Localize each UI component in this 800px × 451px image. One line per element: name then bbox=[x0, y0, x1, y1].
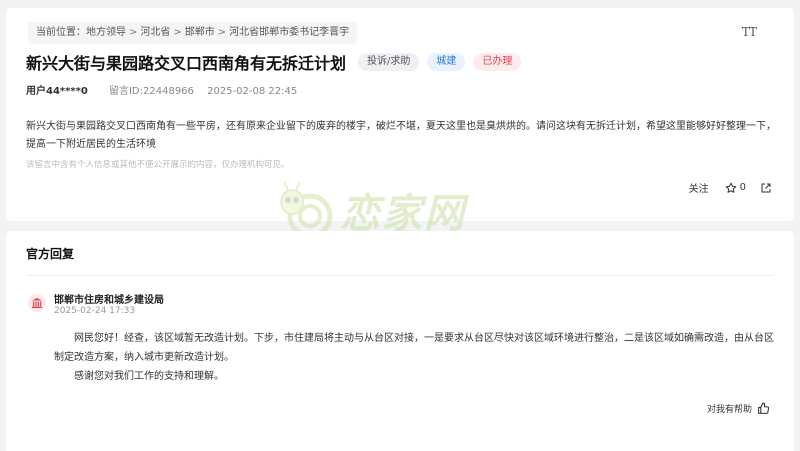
helpful-label: 对我有帮助 bbox=[706, 405, 752, 415]
message-datetime: 2025-02-08 22:45 bbox=[207, 86, 298, 97]
divider bbox=[26, 275, 774, 276]
message-meta: 用户44****0 留言ID:22448966 2025-02-08 22:45 bbox=[26, 82, 297, 97]
thumbs-up-icon bbox=[758, 402, 770, 414]
font-size-icon[interactable]: TT bbox=[742, 25, 757, 39]
like-button[interactable]: 0 bbox=[725, 182, 746, 194]
user-name: 用户44****0 bbox=[26, 86, 88, 97]
message-content: 新兴大街与果园路交叉口西南角有一些平房，还有原来企业留下的废弃的楼宇，破烂不堪，… bbox=[26, 121, 776, 150]
tag-domain: 城建 bbox=[427, 53, 466, 71]
share-icon bbox=[761, 183, 771, 192]
privacy-notice: 该留言中含有个人信息或其他不便公开展示的内容，仅办理机构可见。 bbox=[26, 160, 290, 170]
message-card: 当前位置：地方领导 > 河北省 > 邯郸市 > 河北省邯郸市委书记李晋宇 TT 新兴大街与果… bbox=[6, 8, 794, 221]
like-count: 0 bbox=[739, 182, 746, 193]
breadcrumb: 当前位置：地方领导 > 河北省 > 邯郸市 > 河北省邯郸市委书记李晋宇 bbox=[28, 22, 358, 44]
reply-paragraph: 感谢您对我们工作的支持和理解。 bbox=[74, 371, 224, 382]
breadcrumb-item-secretary[interactable]: 河北省邯郸市委书记李晋宇 bbox=[229, 27, 349, 38]
message-id: 留言ID:22448966 bbox=[108, 86, 194, 97]
reply-paragraph: 网民您好！经查，该区域暂无改造计划。下步，市住建局将主动与从台区对接，一是要求从… bbox=[54, 333, 774, 363]
page-title: 新兴大街与果园路交叉口西南角有无拆迁计划 bbox=[26, 54, 347, 73]
message-actions: 关注 0 bbox=[689, 180, 772, 195]
breadcrumb-item-handan[interactable]: 邯郸市 bbox=[185, 27, 215, 38]
reply-body: 网民您好！经查，该区域暂无改造计划。下步，市住建局将主动与从台区对接，一是要求从… bbox=[54, 329, 782, 386]
breadcrumb-item-hebei[interactable]: 河北省 bbox=[140, 27, 170, 38]
breadcrumb-separator: > bbox=[173, 27, 182, 38]
reply-card: 官方回复 邯郸市住房和城乡建设局 2025-02-24 17:33 网民您好！经… bbox=[6, 231, 794, 451]
government-building-icon bbox=[28, 294, 46, 312]
breadcrumb-separator: > bbox=[217, 27, 227, 38]
breadcrumb-separator: > bbox=[129, 27, 138, 38]
title-row: 新兴大街与果园路交叉口西南角有无拆迁计划 投诉/求助 城建 已办理 bbox=[26, 50, 522, 74]
share-button[interactable] bbox=[760, 182, 772, 194]
reply-date: 2025-02-24 17:33 bbox=[54, 306, 136, 316]
breadcrumb-item-local-leaders[interactable]: 地方领导 bbox=[86, 27, 126, 38]
reply-org-name[interactable]: 邯郸市住房和城乡建设局 bbox=[54, 291, 164, 306]
breadcrumb-prefix: 当前位置： bbox=[36, 27, 86, 38]
section-title: 官方回复 bbox=[26, 247, 75, 261]
tag-category: 投诉/求助 bbox=[358, 53, 420, 71]
helpful-button[interactable]: 对我有帮助 bbox=[707, 402, 770, 415]
status-badge: 已办理 bbox=[473, 53, 522, 71]
star-icon bbox=[725, 182, 736, 193]
follow-button[interactable]: 关注 bbox=[689, 180, 709, 195]
